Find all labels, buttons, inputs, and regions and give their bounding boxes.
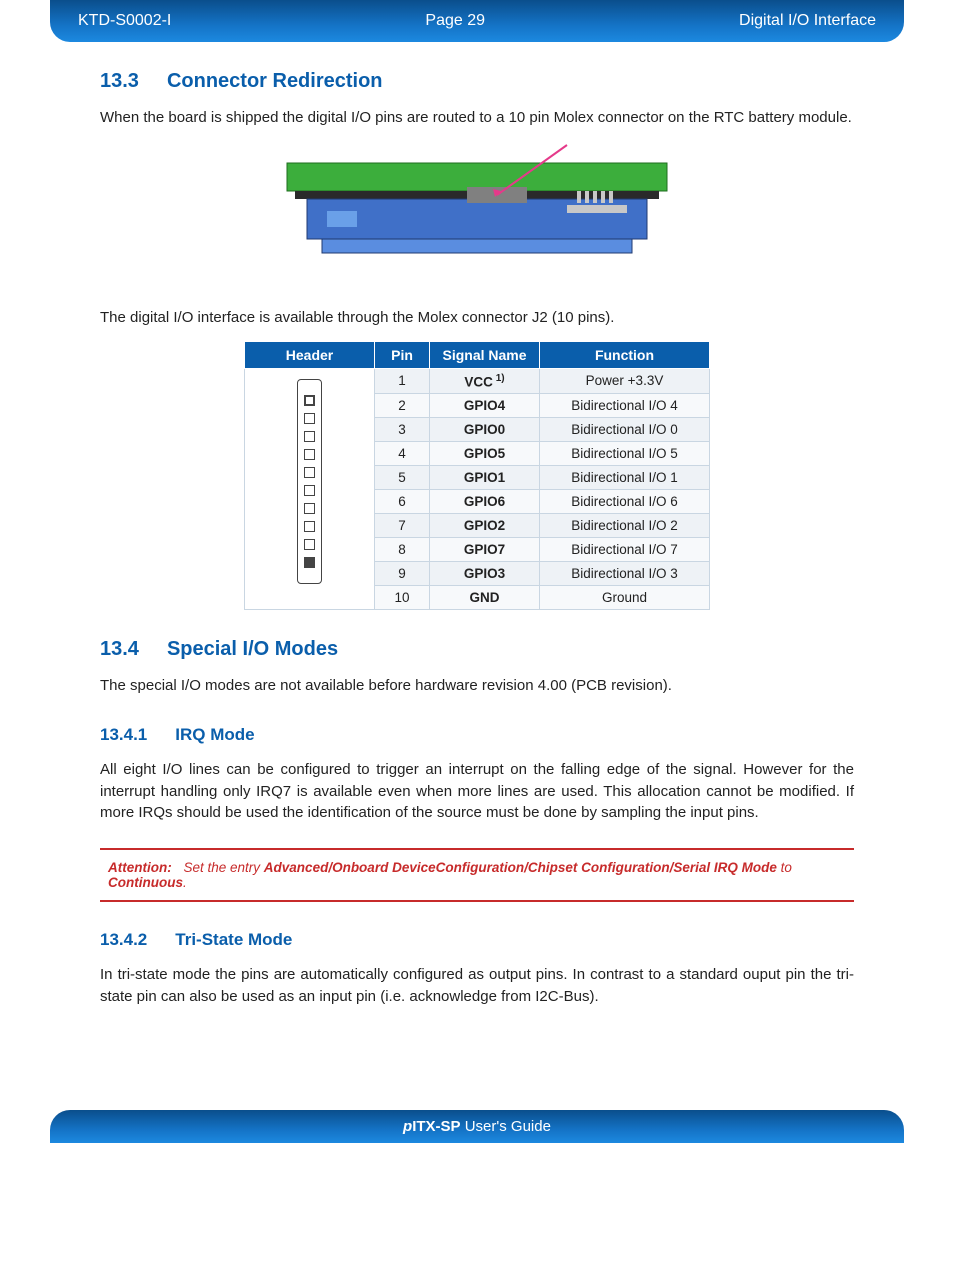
connector-diagram-icon [297,379,322,584]
pin-number: 5 [375,466,430,490]
attention-value: Continuous [108,875,183,890]
paragraph: All eight I/O lines can be configured to… [100,759,854,824]
signal-name: GPIO6 [430,490,540,514]
section-name: Digital I/O Interface [739,12,876,30]
pin-function: Bidirectional I/O 2 [540,514,710,538]
attention-path: Advanced/Onboard DeviceConfiguration/Chi… [264,860,777,875]
signal-name: GPIO2 [430,514,540,538]
attention-label: Attention: [108,860,172,875]
header-diagram-cell [245,368,375,610]
pin-number: 8 [375,538,430,562]
paragraph: The special I/O modes are not available … [100,675,854,697]
pin-function: Power +3.3V [540,368,710,394]
heading-number: 13.3 [100,70,139,93]
heading-13-3: 13.3 Connector Redirection [100,70,854,93]
signal-name: GPIO4 [430,394,540,418]
pin-function: Bidirectional I/O 5 [540,442,710,466]
pin-number: 2 [375,394,430,418]
heading-number: 13.4.2 [100,930,147,950]
pin-function: Ground [540,586,710,610]
paragraph: The digital I/O interface is available t… [100,307,854,329]
signal-name: GPIO1 [430,466,540,490]
pin-number: 9 [375,562,430,586]
signal-name: GPIO3 [430,562,540,586]
attention-callout: Attention: Set the entry Advanced/Onboar… [100,848,854,902]
signal-name: GND [430,586,540,610]
footer-rest: User's Guide [461,1118,551,1135]
board-3d-icon [267,141,687,281]
doc-id: KTD-S0002-I [78,12,171,30]
col-header: Signal Name [430,341,540,368]
pin-function: Bidirectional I/O 7 [540,538,710,562]
pin-function: Bidirectional I/O 0 [540,418,710,442]
signal-name: GPIO7 [430,538,540,562]
col-header: Function [540,341,710,368]
heading-13-4-2: 13.4.2 Tri-State Mode [100,930,854,950]
footer-product: ITX-SP [412,1118,460,1135]
paragraph: In tri-state mode the pins are automatic… [100,964,854,1008]
pin-function: Bidirectional I/O 1 [540,466,710,490]
page-header: KTD-S0002-I Page 29 Digital I/O Interfac… [50,0,904,42]
signal-name: VCC 1) [430,368,540,394]
pin-number: 7 [375,514,430,538]
heading-title: Special I/O Modes [167,638,338,661]
col-header: Header [245,341,375,368]
footer-prefix: p [403,1118,412,1135]
pinout-table: Header Pin Signal Name Function 1VCC 1)P… [244,341,710,611]
page-footer: pITX-SP User's Guide [50,1110,904,1143]
pin-function: Bidirectional I/O 6 [540,490,710,514]
pin-number: 10 [375,586,430,610]
attention-text-mid: to [777,860,792,875]
pin-number: 3 [375,418,430,442]
heading-title: Connector Redirection [167,70,383,93]
signal-name: GPIO0 [430,418,540,442]
board-illustration [100,141,854,285]
heading-13-4: 13.4 Special I/O Modes [100,638,854,661]
pin-number: 4 [375,442,430,466]
heading-title: Tri-State Mode [175,930,292,950]
pin-function: Bidirectional I/O 4 [540,394,710,418]
paragraph: When the board is shipped the digital I/… [100,107,854,129]
page-number: Page 29 [425,12,485,30]
attention-text-pre: Set the entry [184,860,264,875]
pin-number: 1 [375,368,430,394]
heading-number: 13.4 [100,638,139,661]
page-content: 13.3 Connector Redirection When the boar… [0,70,954,1040]
col-header: Pin [375,341,430,368]
pin-number: 6 [375,490,430,514]
pin-function: Bidirectional I/O 3 [540,562,710,586]
signal-name: GPIO5 [430,442,540,466]
heading-13-4-1: 13.4.1 IRQ Mode [100,725,854,745]
heading-number: 13.4.1 [100,725,147,745]
heading-title: IRQ Mode [175,725,254,745]
attention-text-post: . [183,875,187,890]
